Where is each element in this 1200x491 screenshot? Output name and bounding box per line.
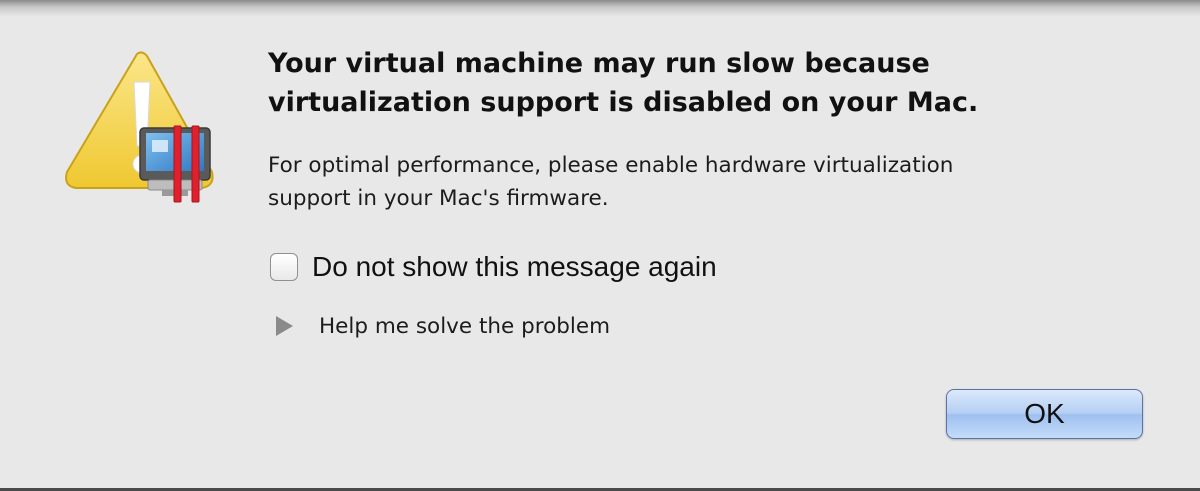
warning-vm-icon <box>62 50 218 206</box>
dialog-title: Your virtual machine may run slow becaus… <box>268 48 979 118</box>
dont-show-again-label[interactable]: Do not show this message again <box>312 251 717 283</box>
window-top-shadow <box>0 0 1200 16</box>
ok-button[interactable]: OK <box>946 389 1143 439</box>
alert-dialog: Your virtual machine may run slow becaus… <box>0 0 1200 491</box>
dont-show-again-checkbox[interactable] <box>270 253 298 281</box>
dont-show-again-option[interactable]: Do not show this message again <box>270 247 717 287</box>
dialog-message: For optimal performance, please enable h… <box>268 153 954 211</box>
help-disclosure[interactable]: Help me solve the problem <box>276 309 610 343</box>
help-disclosure-label[interactable]: Help me solve the problem <box>319 314 610 339</box>
disclosure-triangle-icon[interactable] <box>276 316 293 336</box>
